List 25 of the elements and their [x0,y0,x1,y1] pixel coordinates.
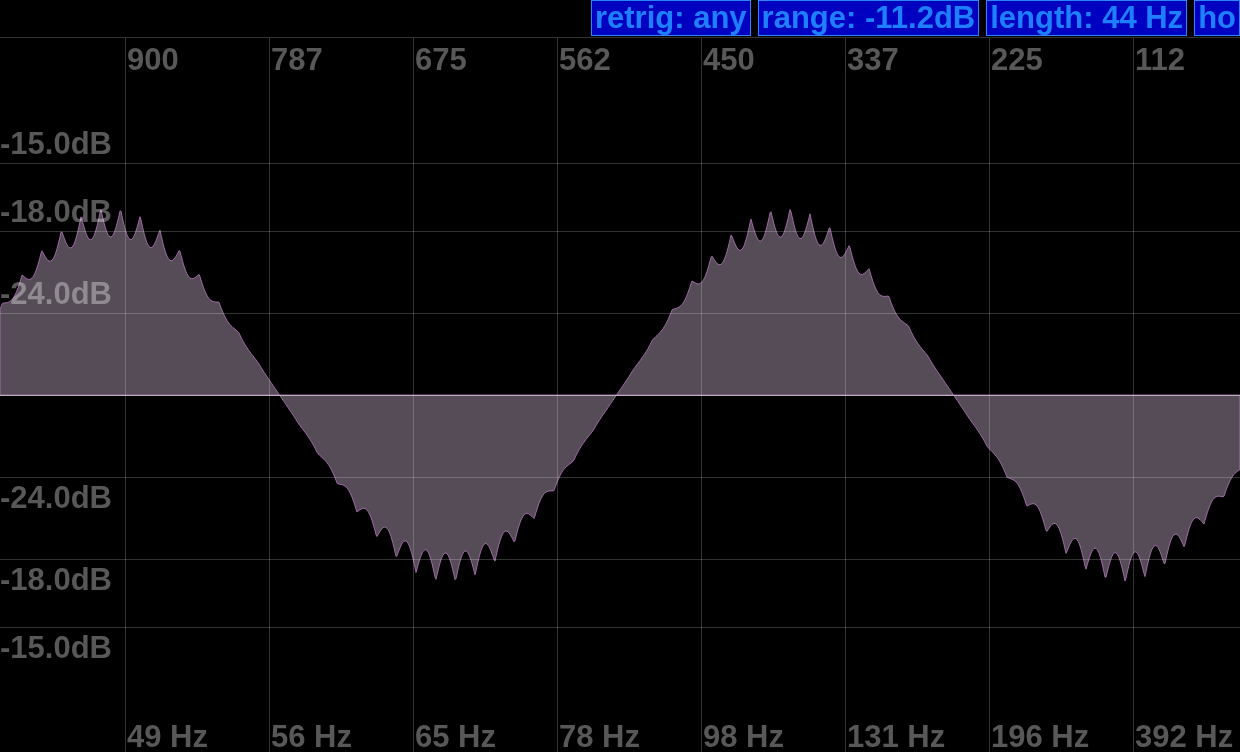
scale-label: 562 [559,44,611,75]
frequency-label: 49 Hz [127,721,208,752]
frequency-label: 98 Hz [703,721,784,752]
frequency-label: 65 Hz [415,721,496,752]
scale-label: 450 [703,44,755,75]
frequency-label: 78 Hz [559,721,640,752]
level-label: -18.0dB [0,196,112,227]
level-label: -18.0dB [0,564,112,595]
level-label: -24.0dB [0,482,112,513]
scale-label: 787 [271,44,323,75]
frequency-label: 56 Hz [271,721,352,752]
setting-button[interactable]: ho [1194,0,1240,36]
scale-label: 337 [847,44,899,75]
frequency-label: 131 Hz [847,721,946,752]
scale-label: 675 [415,44,467,75]
scale-label: 112 [1135,44,1185,75]
level-label: -15.0dB [0,128,112,159]
scale-label: 900 [127,44,179,75]
setting-button[interactable]: length: 44 Hz [986,0,1188,36]
setting-button[interactable]: range: -11.2dB [757,0,980,36]
level-label: -15.0dB [0,632,112,663]
frequency-label: 392 Hz [1135,721,1234,752]
scale-label: 225 [991,44,1043,75]
frequency-label: 196 Hz [991,721,1090,752]
setting-button[interactable]: retrig: any [591,0,751,36]
